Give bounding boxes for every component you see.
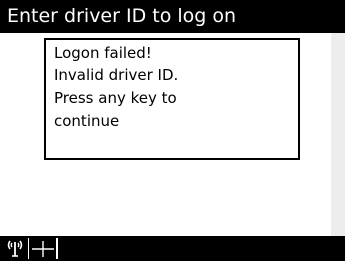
terminal-screen: Enter driver ID to log on Logon failed! …	[0, 0, 345, 261]
dialog-line-4: continue	[54, 112, 120, 130]
dialog-line-2: Invalid driver ID.	[54, 66, 179, 84]
screen-title: Enter driver ID to log on	[0, 0, 345, 33]
scrollbar-track[interactable]	[331, 33, 345, 236]
dialog-line-1: Logon failed!	[54, 44, 152, 62]
antenna-signal-icon	[6, 238, 24, 259]
gps-crosshair-icon	[27, 238, 58, 259]
dialog-line-3: Press any key to	[54, 89, 177, 107]
status-bar	[0, 236, 345, 261]
logon-error-dialog[interactable]: Logon failed! Invalid driver ID. Press a…	[44, 38, 300, 160]
